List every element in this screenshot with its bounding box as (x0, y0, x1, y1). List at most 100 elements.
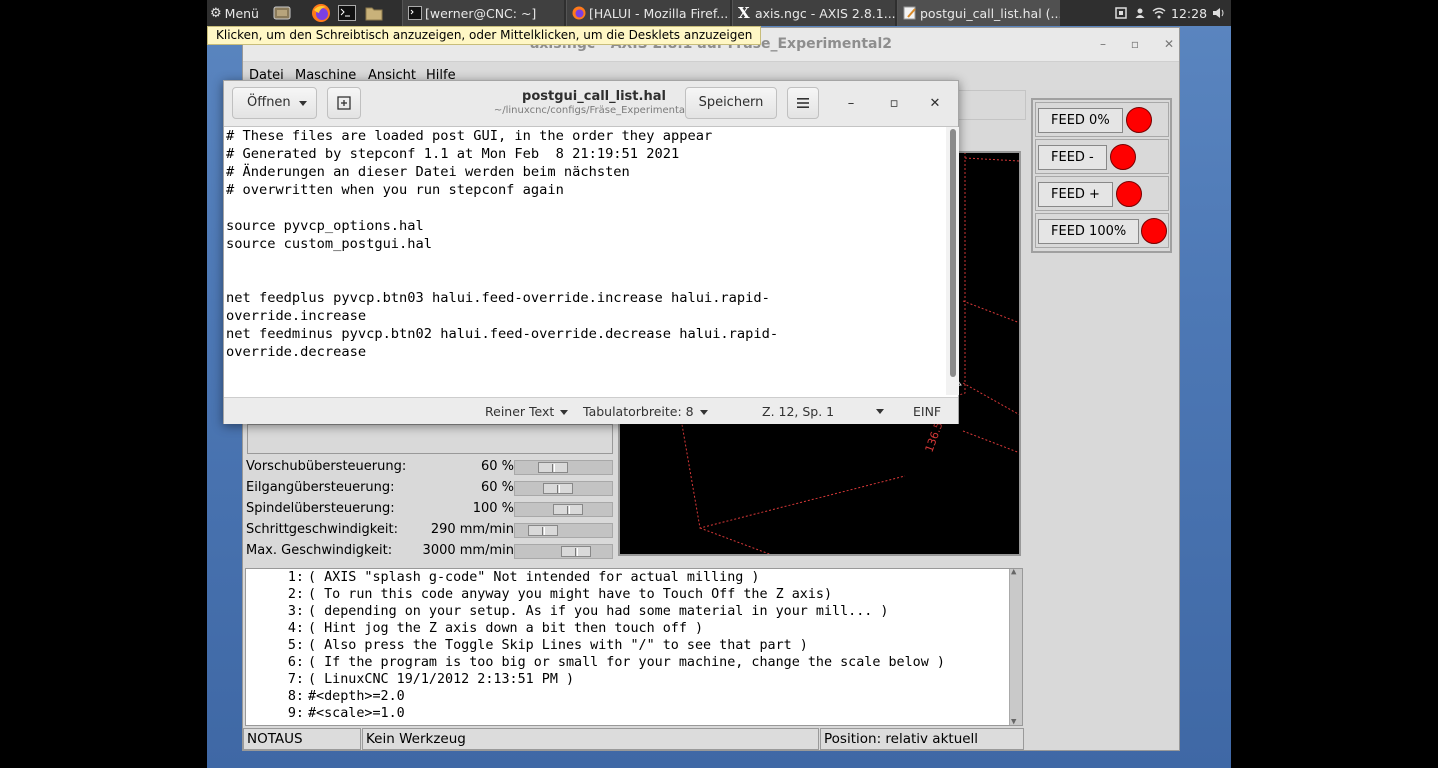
task-label: [werner@CNC: ~] (425, 5, 537, 21)
tray-volume-icon[interactable] (1212, 0, 1228, 26)
slider-handle[interactable] (538, 462, 568, 473)
gcode-line[interactable]: 3:( depending on your setup. As if you h… (246, 604, 889, 621)
gcode-line[interactable]: 2:( To run this code anyway you might ha… (246, 587, 832, 604)
rapid-override-slider[interactable] (514, 481, 613, 496)
files-launcher[interactable] (363, 0, 385, 26)
editor-line[interactable]: # Änderungen an dieser Datei werden beim… (226, 163, 630, 181)
scrollbar-thumb[interactable] (950, 129, 956, 377)
mdi-panel (247, 424, 613, 454)
hamburger-menu-icon (797, 98, 809, 108)
slider-handle[interactable] (543, 483, 573, 494)
editor-line[interactable]: override.decrease (226, 343, 366, 361)
feed-zero-button[interactable]: FEED 0% (1038, 108, 1123, 133)
override-spindle-label: Spindelübersteuerung: (246, 501, 395, 516)
minimize-icon[interactable]: – (1095, 36, 1111, 52)
maximize-icon[interactable]: ▫ (885, 95, 903, 113)
override-jog: Schrittgeschwindigkeit: 290 mm/min (246, 521, 514, 541)
open-button-label: Öffnen (247, 95, 291, 110)
feed-plus-button[interactable]: FEED + (1038, 182, 1113, 207)
editor-line[interactable]: # These files are loaded post GUI, in th… (226, 127, 712, 145)
tray-removable-icon[interactable] (1115, 0, 1129, 26)
feed-override-slider[interactable] (514, 460, 613, 475)
close-icon[interactable]: ✕ (926, 95, 944, 113)
override-jog-value: 290 mm/min (430, 522, 514, 537)
gcode-line[interactable]: 6:( If the program is too big or small f… (246, 655, 945, 672)
task-axis[interactable]: X axis.ngc - AXIS 2.8.1... (732, 0, 895, 26)
firefox-icon (312, 4, 330, 22)
tray-user-icon[interactable] (1134, 0, 1148, 26)
chevron-down-icon (876, 409, 884, 414)
feed-minus-button[interactable]: FEED - (1038, 145, 1107, 170)
gcode-line[interactable]: 4:( Hint jog the Z axis down a bit then … (246, 621, 703, 638)
editor-line[interactable]: net feedminus pyvcp.btn02 halui.feed-ove… (226, 325, 778, 343)
gcode-scrollbar[interactable]: ▲ ▼ (1009, 569, 1022, 725)
slider-handle[interactable] (561, 546, 591, 557)
tab-width-selector[interactable]: Tabulatorbreite: 8 (583, 404, 708, 419)
scroll-up-icon[interactable]: ▲ (1011, 569, 1016, 577)
gear-icon: ⚙ (210, 5, 222, 21)
editor-line[interactable]: source pyvcp_options.hal (226, 217, 424, 235)
close-icon[interactable]: ✕ (1161, 36, 1177, 52)
override-feed-value: 60 % (480, 459, 514, 474)
editor-line[interactable]: override.increase (226, 307, 366, 325)
text-editor[interactable]: # These files are loaded post GUI, in th… (224, 127, 945, 395)
terminal-launcher[interactable] (336, 0, 358, 26)
override-rapid-label: Eilgangübersteuerung: (246, 480, 395, 495)
editor-line[interactable]: source custom_postgui.hal (226, 235, 432, 253)
feed-full-led (1141, 218, 1167, 244)
override-jog-label: Schrittgeschwindigkeit: (246, 522, 398, 537)
gedit-headerbar[interactable]: Öffnen postgui_call_list.hal ~/linuxcnc/… (224, 81, 958, 127)
clock[interactable]: 12:28 (1171, 0, 1211, 26)
slider-handle[interactable] (528, 525, 558, 536)
editor-line[interactable]: # overwritten when you run stepconf agai… (226, 181, 564, 199)
editor-line[interactable]: # Generated by stepconf 1.1 at Mon Feb 8… (226, 145, 679, 163)
maximize-icon[interactable]: ▫ (1127, 36, 1143, 52)
override-maxvel: Max. Geschwindigkeit: 3000 mm/min (246, 542, 514, 562)
tool-status: Kein Werkzeug (362, 728, 819, 750)
open-button[interactable]: Öffnen (232, 87, 317, 119)
gcode-listing[interactable]: 1:( AXIS "splash g-code" Not intended fo… (245, 568, 1023, 726)
minimize-icon[interactable]: – (842, 95, 860, 113)
show-desktop-icon (273, 6, 291, 20)
preview-dimension-label: 136.5 (923, 420, 946, 454)
gcode-line[interactable]: 9: #<scale>=1.0 (246, 706, 405, 723)
editor-scrollbar[interactable] (946, 127, 959, 395)
folder-icon (365, 7, 383, 21)
task-gedit[interactable]: postgui_call_list.hal (... (897, 0, 1060, 26)
gcode-line[interactable]: 5:( Also press the Toggle Skip Lines wit… (246, 638, 808, 655)
jog-speed-slider[interactable] (514, 523, 613, 538)
show-desktop-launcher[interactable] (271, 0, 293, 26)
slider-handle[interactable] (553, 504, 583, 515)
desktop[interactable]: ⚙ Menü [werner@CNC: ~] [HALUI - Mozilla … (207, 0, 1231, 768)
insert-mode-indicator[interactable]: EINF (913, 404, 941, 419)
language-selector[interactable]: Reiner Text (485, 404, 569, 419)
gcode-line[interactable]: 1:( AXIS "splash g-code" Not intended fo… (246, 570, 760, 587)
firefox-launcher[interactable] (310, 0, 332, 26)
terminal-icon (408, 6, 422, 20)
taskbar: ⚙ Menü [werner@CNC: ~] [HALUI - Mozilla … (207, 0, 1231, 26)
editor-line[interactable]: net feedplus pyvcp.btn03 halui.feed-over… (226, 289, 770, 307)
hamburger-menu-button[interactable] (787, 87, 819, 119)
task-firefox[interactable]: [HALUI - Mozilla Firef... (566, 0, 730, 26)
max-velocity-slider[interactable] (514, 544, 613, 559)
feed-plus-row: FEED + (1035, 176, 1169, 211)
feed-minus-led (1110, 144, 1136, 170)
cursor-position-selector[interactable]: Z. 12, Sp. 1 (762, 404, 884, 419)
gedit-statusbar: Reiner Text Tabulatorbreite: 8 Z. 12, Sp… (224, 397, 958, 424)
task-terminal[interactable]: [werner@CNC: ~] (402, 0, 564, 26)
chevron-down-icon (299, 101, 307, 106)
feed-full-button[interactable]: FEED 100% (1038, 219, 1140, 244)
save-button[interactable]: Speichern (685, 87, 777, 119)
menu-button[interactable]: ⚙ Menü (207, 0, 265, 26)
new-tab-button[interactable] (327, 87, 361, 119)
override-rapid-value: 60 % (480, 480, 514, 495)
estop-status: NOTAUS (243, 728, 361, 750)
gcode-line[interactable]: 7:( LinuxCNC 19/1/2012 2:13:51 PM ) (246, 672, 574, 689)
chevron-down-icon (560, 410, 569, 415)
spindle-override-slider[interactable] (514, 502, 613, 517)
gcode-line[interactable]: 8: #<depth>=2.0 (246, 689, 405, 706)
scroll-down-icon[interactable]: ▼ (1011, 717, 1016, 725)
override-maxvel-label: Max. Geschwindigkeit: (246, 543, 393, 558)
task-label: axis.ngc - AXIS 2.8.1... (755, 5, 895, 21)
tray-wifi-icon[interactable] (1152, 0, 1168, 26)
